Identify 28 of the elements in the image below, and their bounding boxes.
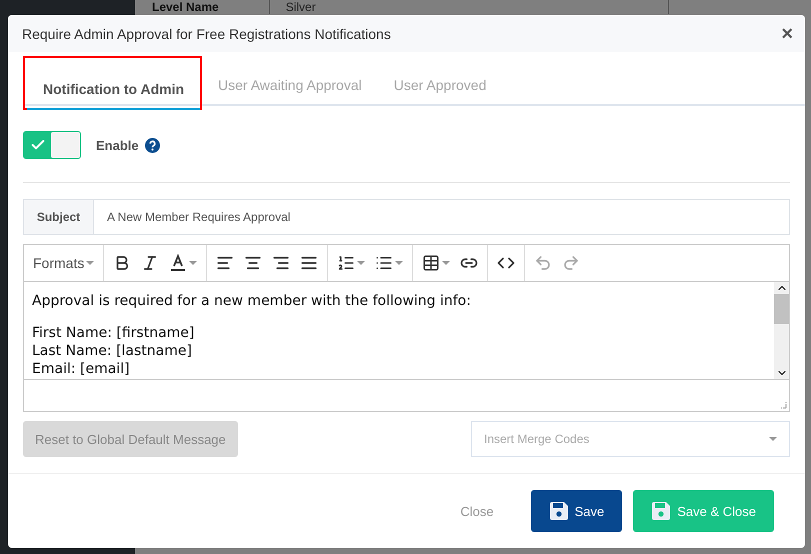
message-line: Approval is required for a new member with the following info: — [32, 292, 472, 310]
save-button[interactable]: Save — [530, 490, 622, 532]
field-label: Level Name — [152, 0, 219, 14]
subject-field[interactable]: Subject A New Member Requires Approval — [23, 199, 790, 235]
justify-icon — [300, 254, 318, 272]
align-right-icon — [272, 254, 290, 272]
align-center-icon — [244, 254, 262, 272]
message-line: Email: [email] — [32, 360, 131, 378]
numbered-list-icon — [337, 254, 356, 272]
message-line: First Name: [firstname] — [32, 324, 196, 342]
text-color-icon — [169, 254, 188, 272]
align-left-icon — [216, 254, 234, 272]
table-icon — [422, 254, 440, 272]
enable-toggle[interactable] — [23, 131, 81, 159]
bullet-list-icon — [375, 254, 394, 272]
help-icon — [144, 138, 160, 152]
undo-icon — [534, 254, 552, 272]
tab[interactable]: Notification to Admin — [27, 68, 200, 110]
message-line: Last Name: [lastname] — [32, 342, 193, 360]
enable-label: Enable — [96, 138, 139, 152]
dialog-title: Require Admin Approval for Free Registrations Notifications — [22, 26, 391, 42]
close-button[interactable]: × — [781, 24, 793, 44]
redo-icon — [562, 254, 580, 272]
rich-text-editor[interactable]: Formats Approval is required for a new member with the following info: First Name: [firstname] Last Name: [lastname] Email: [email] — [23, 244, 790, 412]
level-name-field[interactable]: Silver — [268, 0, 669, 14]
resize-grip-icon[interactable] — [779, 401, 787, 409]
subject-label: Subject — [24, 200, 94, 234]
formats-dropdown[interactable]: Formats — [30, 252, 98, 274]
